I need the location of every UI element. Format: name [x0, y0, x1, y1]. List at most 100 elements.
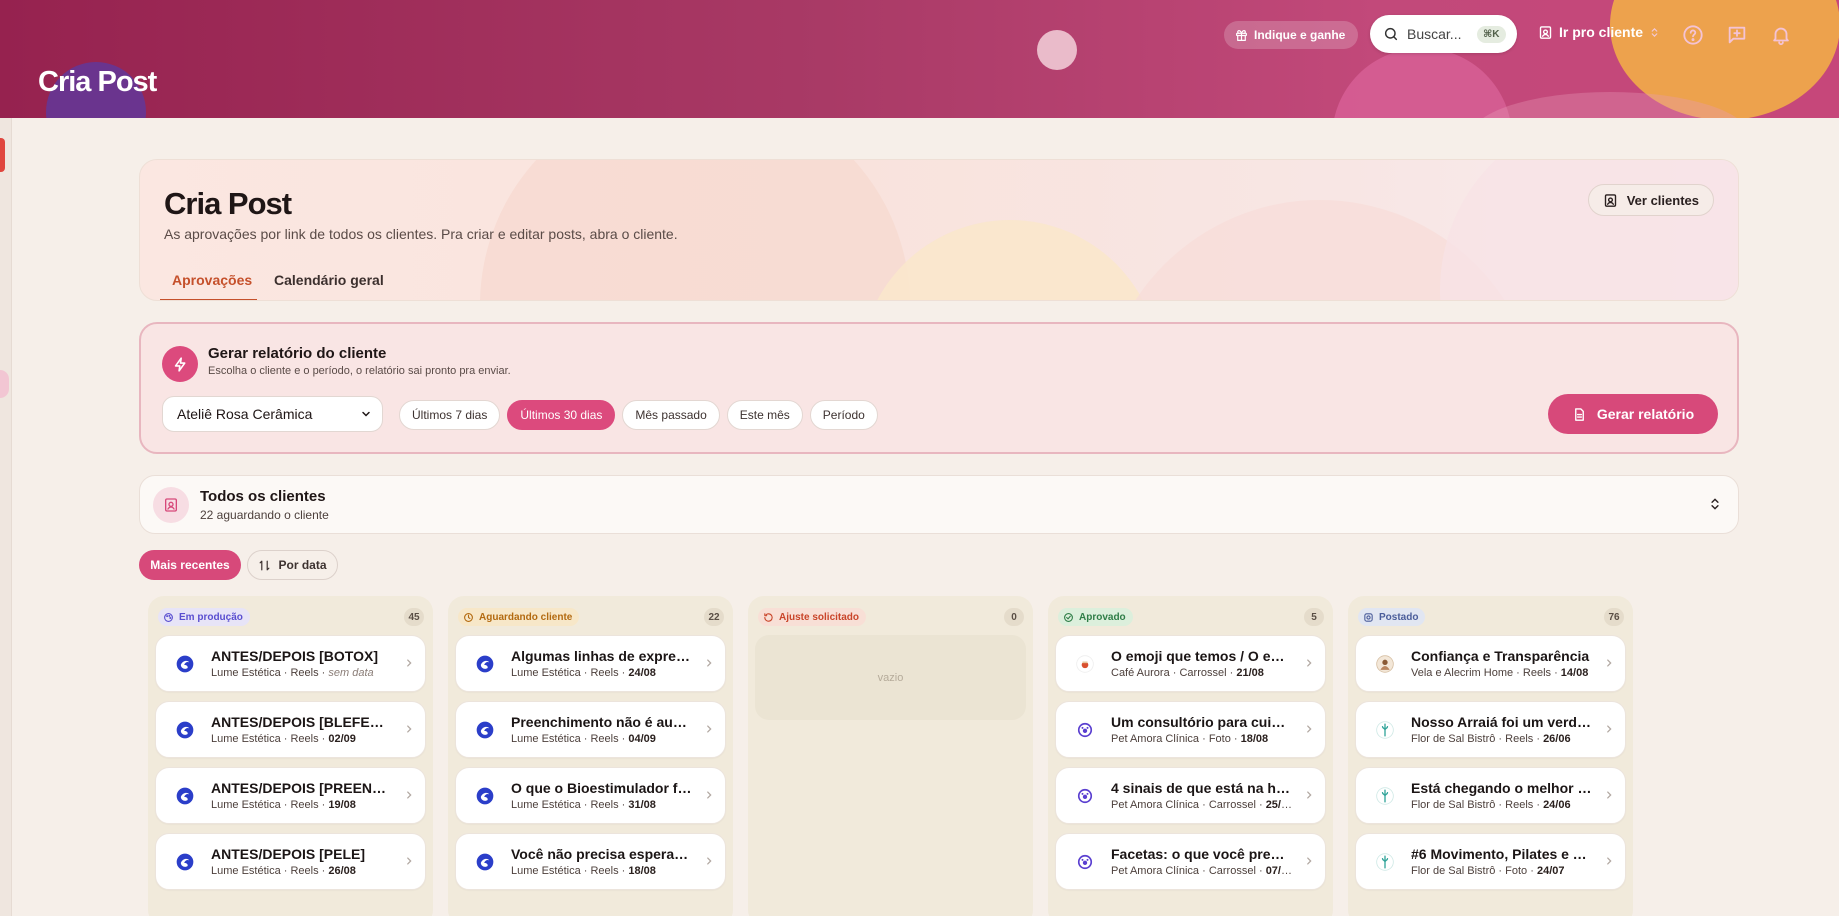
feedback-icon[interactable] [1726, 24, 1748, 46]
post-card-text: #6 Movimento, Pilates e Yoga Flor de Sal … [1411, 846, 1592, 877]
post-client: Lume Estética [211, 733, 281, 745]
post-title: 4 sinais de que está na hora [1111, 780, 1292, 796]
search-icon [1384, 27, 1398, 41]
post-card-text: ANTES/DEPOIS [BOTOX] Lume Estética · Reel… [211, 648, 392, 679]
post-meta: Lume Estética · Reels · 26/08 [211, 865, 356, 877]
brand-logo[interactable]: Cria Post [38, 66, 157, 99]
client-report-panel: Gerar relatório do cliente Escolha o cli… [139, 322, 1739, 454]
referral-button[interactable]: Indique e ganhe [1224, 21, 1359, 49]
go-to-client-dropdown[interactable]: Ir pro cliente [1538, 24, 1660, 40]
view-clients-button[interactable]: Ver clientes [1587, 184, 1714, 216]
search-shortcut-badge: ⌘K [1477, 25, 1506, 43]
post-title: Confiança e Transparência [1411, 648, 1590, 664]
client-logo [1371, 650, 1399, 678]
post-title: Está chegando o melhor arraiá [1411, 780, 1592, 796]
chevron-right-icon [1604, 721, 1614, 739]
chevron-right-icon [1304, 787, 1314, 805]
search-box[interactable]: ⌘K [1370, 15, 1517, 53]
post-format: Foto [1505, 865, 1528, 877]
kanban-column: Ajuste solicitado 0 vazio [748, 596, 1033, 916]
post-card[interactable]: Está chegando o melhor arraiá Flor de Sal… [1355, 767, 1626, 824]
post-format: Reels [1505, 733, 1534, 745]
post-date: 31/08 [628, 799, 656, 811]
post-title: O que o Bioestimulador faz [511, 780, 692, 796]
empty-column-placeholder: vazio [755, 635, 1026, 720]
sort-by-date-button[interactable]: Por data [247, 550, 338, 580]
document-icon [1574, 407, 1584, 421]
report-title: Gerar relatório do cliente [208, 345, 387, 362]
chevron-right-icon [404, 721, 414, 739]
post-card[interactable]: Você não precisa esperar para cuidar Lume… [455, 833, 726, 890]
column-header: Aprovado 5 [1055, 605, 1326, 629]
post-meta: Flor de Sal Bistrô · Reels · 24/06 [1411, 799, 1571, 811]
post-card-text: ANTES/DEPOIS [BLEFERO] Lume Estética · Re… [211, 714, 392, 745]
post-format: Reels [590, 667, 619, 679]
header-decoration [1037, 30, 1077, 70]
chevron-updown-icon [1711, 498, 1719, 510]
post-meta: Flor de Sal Bistrô · Reels · 26/06 [1411, 733, 1571, 745]
post-card[interactable]: Facetas: o que você precisa saber Pet Amo… [1055, 833, 1326, 890]
post-card[interactable]: Preenchimento não é aumento Lume Estética… [455, 701, 726, 758]
client-filter-dropdown[interactable]: Todos os clientes 22 aguardando o client… [139, 475, 1739, 534]
period-chip-last-30-days[interactable]: Últimos 30 dias [507, 400, 616, 430]
go-to-client-label: Ir pro cliente [1559, 24, 1644, 40]
post-card-text: Um consultório para cuidados Pet Amora Cl… [1111, 714, 1292, 745]
post-client: Lume Estética [511, 733, 581, 745]
period-chip-last-7-days[interactable]: Últimos 7 dias [399, 400, 501, 430]
chevron-right-icon [704, 787, 714, 805]
client-logo [1071, 650, 1099, 678]
post-title: Preenchimento não é aumento [511, 714, 692, 730]
period-chip-this-month[interactable]: Este mês [726, 400, 803, 430]
period-chips: Últimos 7 dias Últimos 30 dias Mês passa… [399, 400, 878, 430]
tab-approvals[interactable]: Aprovações [172, 272, 252, 288]
post-title: ANTES/DEPOIS [BLEFERO] [211, 714, 392, 730]
post-card[interactable]: Um consultório para cuidados Pet Amora Cl… [1055, 701, 1326, 758]
client-logo [1071, 848, 1099, 876]
side-rail-indicator[interactable] [0, 138, 5, 172]
kanban-column: Aprovado 5 O emoji que temos / O emoji que… [1048, 596, 1333, 916]
chevron-right-icon [1304, 655, 1314, 673]
generate-report-button[interactable]: Gerar relatório [1548, 394, 1718, 434]
search-input[interactable] [1407, 26, 1469, 42]
post-card[interactable]: ANTES/DEPOIS [PREENCHIMENTO] Lume Estétic… [155, 767, 426, 824]
report-badge [162, 346, 198, 382]
column-count-badge: 22 [704, 608, 724, 626]
client-logo [471, 848, 499, 876]
lightning-icon [174, 356, 186, 372]
tab-general-calendar[interactable]: Calendário geral [274, 272, 384, 288]
post-card[interactable]: O que o Bioestimulador faz Lume Estética … [455, 767, 726, 824]
post-format: Foto [1208, 733, 1231, 745]
post-date: 25/08 [1265, 799, 1292, 811]
chevron-right-icon [704, 853, 714, 871]
post-client: Vela e Alecrim Home [1411, 667, 1514, 679]
post-format: Reels [290, 733, 319, 745]
client-logo [471, 782, 499, 810]
period-chip-last-month[interactable]: Mês passado [622, 400, 720, 430]
post-card[interactable]: ANTES/DEPOIS [BOTOX] Lume Estética · Reel… [155, 635, 426, 692]
post-card[interactable]: 4 sinais de que está na hora Pet Amora Cl… [1055, 767, 1326, 824]
post-date: 18/08 [628, 865, 656, 877]
post-card[interactable]: O emoji que temos / O emoji que amamos Ca… [1055, 635, 1326, 692]
post-title: ANTES/DEPOIS [BOTOX] [211, 648, 378, 664]
help-icon[interactable] [1682, 24, 1704, 46]
client-avatar [153, 487, 189, 523]
header-decoration [1332, 48, 1512, 118]
post-card[interactable]: Algumas linhas de expressão Lume Estética… [455, 635, 726, 692]
post-card[interactable]: ANTES/DEPOIS [PELE] Lume Estética · Reels… [155, 833, 426, 890]
post-card[interactable]: ANTES/DEPOIS [BLEFERO] Lume Estética · Re… [155, 701, 426, 758]
client-badge-icon [1604, 193, 1616, 207]
post-card-text: Está chegando o melhor arraiá Flor de Sal… [1411, 780, 1592, 811]
post-card[interactable]: Confiança e Transparência Vela e Alecrim … [1355, 635, 1626, 692]
post-card[interactable]: #6 Movimento, Pilates e Yoga Flor de Sal … [1355, 833, 1626, 890]
active-tab-indicator [160, 299, 257, 300]
kanban-column: Aguardando cliente 22 Algumas linhas de ex… [448, 596, 733, 916]
client-logo [171, 848, 199, 876]
period-chip-custom[interactable]: Período [809, 400, 878, 430]
post-date: 26/08 [328, 865, 356, 877]
post-card[interactable]: Nosso Arraiá foi um verdadeiro sucesso Fl… [1355, 701, 1626, 758]
column-header: Ajuste solicitado 0 [755, 605, 1026, 629]
sort-most-recent-button[interactable]: Mais recentes [139, 550, 241, 580]
post-meta: Pet Amora Clínica · Carrossel · 25/08 [1111, 799, 1292, 811]
bell-icon[interactable] [1770, 24, 1792, 46]
client-select[interactable]: Ateliê Rosa Cerâmica [162, 396, 383, 432]
